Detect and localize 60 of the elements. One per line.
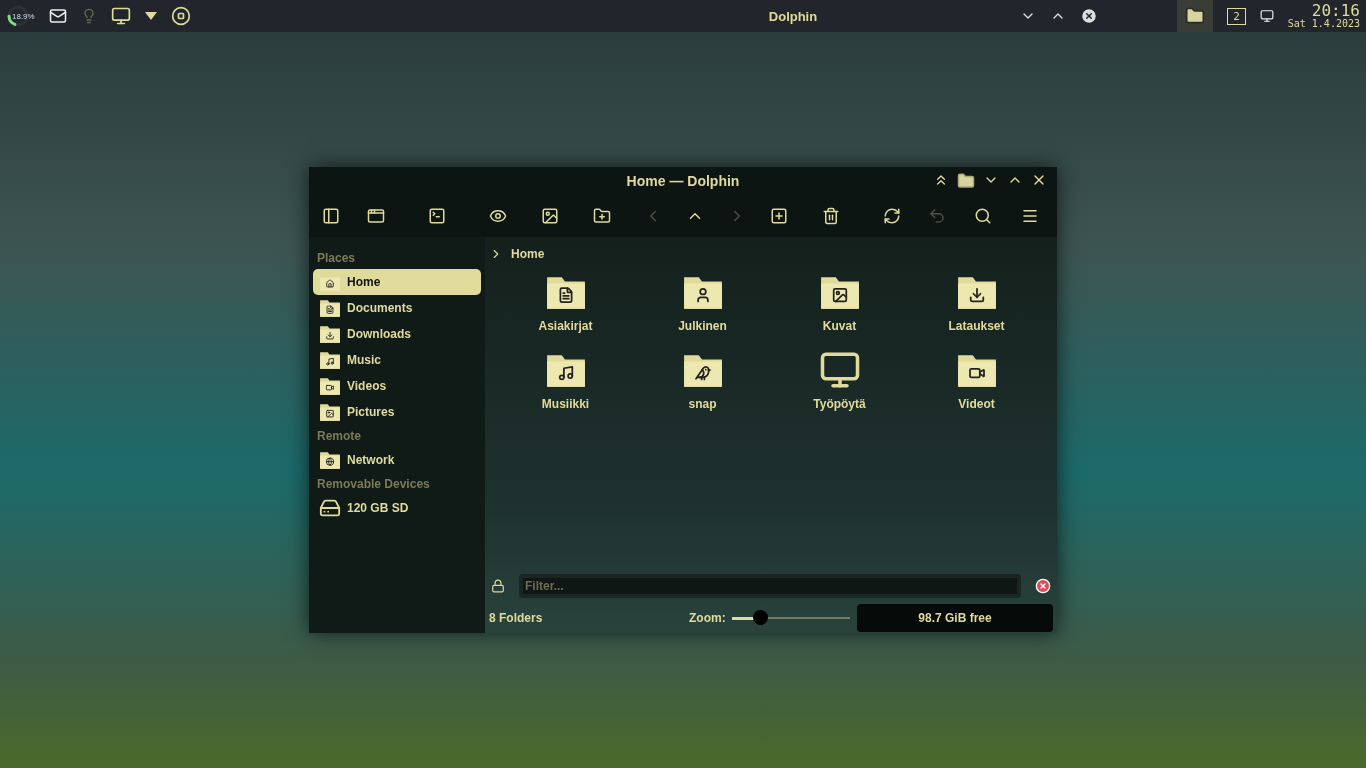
lock-icon[interactable] [491,579,505,593]
free-space-text: 98.7 GiB free [918,611,992,625]
breadcrumb-item[interactable]: Home [511,247,545,261]
terminal-icon[interactable] [427,207,446,225]
place-item[interactable]: 120 GB SD [313,495,481,521]
add-panel-icon[interactable] [770,207,788,225]
window-title: Home — Dolphin [626,173,740,189]
folder-icon [319,323,341,345]
folder-name[interactable]: Julkinen [678,319,727,333]
folder-icon [319,401,341,423]
zoom-label: Zoom: [689,611,726,625]
new-window-icon[interactable] [366,207,385,225]
folder-name[interactable]: Musiikki [541,397,590,411]
place-item[interactable]: Videos [313,373,481,399]
menu-icon[interactable] [1021,207,1039,225]
folder-name[interactable]: Kuvat [822,319,857,333]
folder-icon [319,375,341,397]
refresh-icon[interactable] [882,207,901,225]
active-window-title: Dolphin [768,8,818,24]
folder-icon [1185,6,1206,26]
folder-name[interactable]: Lataukset [948,319,1005,333]
search-icon[interactable] [973,207,992,225]
place-item[interactable]: Music [313,347,481,373]
new-folder-icon[interactable] [592,207,611,225]
dropdown-icon[interactable] [144,12,157,20]
place-item[interactable]: Home [313,269,481,295]
place-item[interactable]: Downloads [313,321,481,347]
place-item[interactable]: Pictures [313,399,481,425]
image-icon[interactable] [540,207,559,225]
section-heading: Removable Devices [316,476,431,493]
folder-name[interactable]: Työpöytä [813,397,866,411]
monitor-icon[interactable] [1259,9,1274,23]
battery-reading: 18.9% [12,11,35,21]
place-item[interactable]: Documents [313,295,481,321]
filter-field[interactable]: Filter... [519,574,1021,598]
monitor-icon[interactable] [110,6,131,26]
folder-name[interactable]: Videot [958,397,995,411]
drive-icon [319,497,341,519]
panel-icon[interactable] [322,207,340,225]
desktop-pager[interactable]: 2 [1227,7,1246,25]
place-item[interactable]: Network [313,447,481,473]
clear-icon[interactable] [1035,578,1051,594]
mail-icon[interactable] [48,7,67,25]
section-heading: Places [316,250,357,267]
eye-icon[interactable] [488,207,507,225]
folder-icon [319,297,341,319]
stop-icon[interactable] [170,6,191,26]
folder-count: 8 Folders [489,611,544,625]
section-heading: Remote [316,428,362,445]
folder-name[interactable]: snap [688,397,717,411]
close-icon[interactable] [1080,7,1098,25]
folder-name[interactable]: Asiakirjat [538,319,593,333]
clock-date: Sat 1.4.2023 [1287,19,1360,29]
task-button[interactable] [1177,0,1214,32]
folder-icon [319,449,341,471]
trash-icon[interactable] [821,207,840,225]
slider-thumb[interactable] [753,610,769,625]
folder-icon [319,349,341,371]
folder-icon [957,172,975,190]
clock-time: 20:16 [1311,3,1360,19]
